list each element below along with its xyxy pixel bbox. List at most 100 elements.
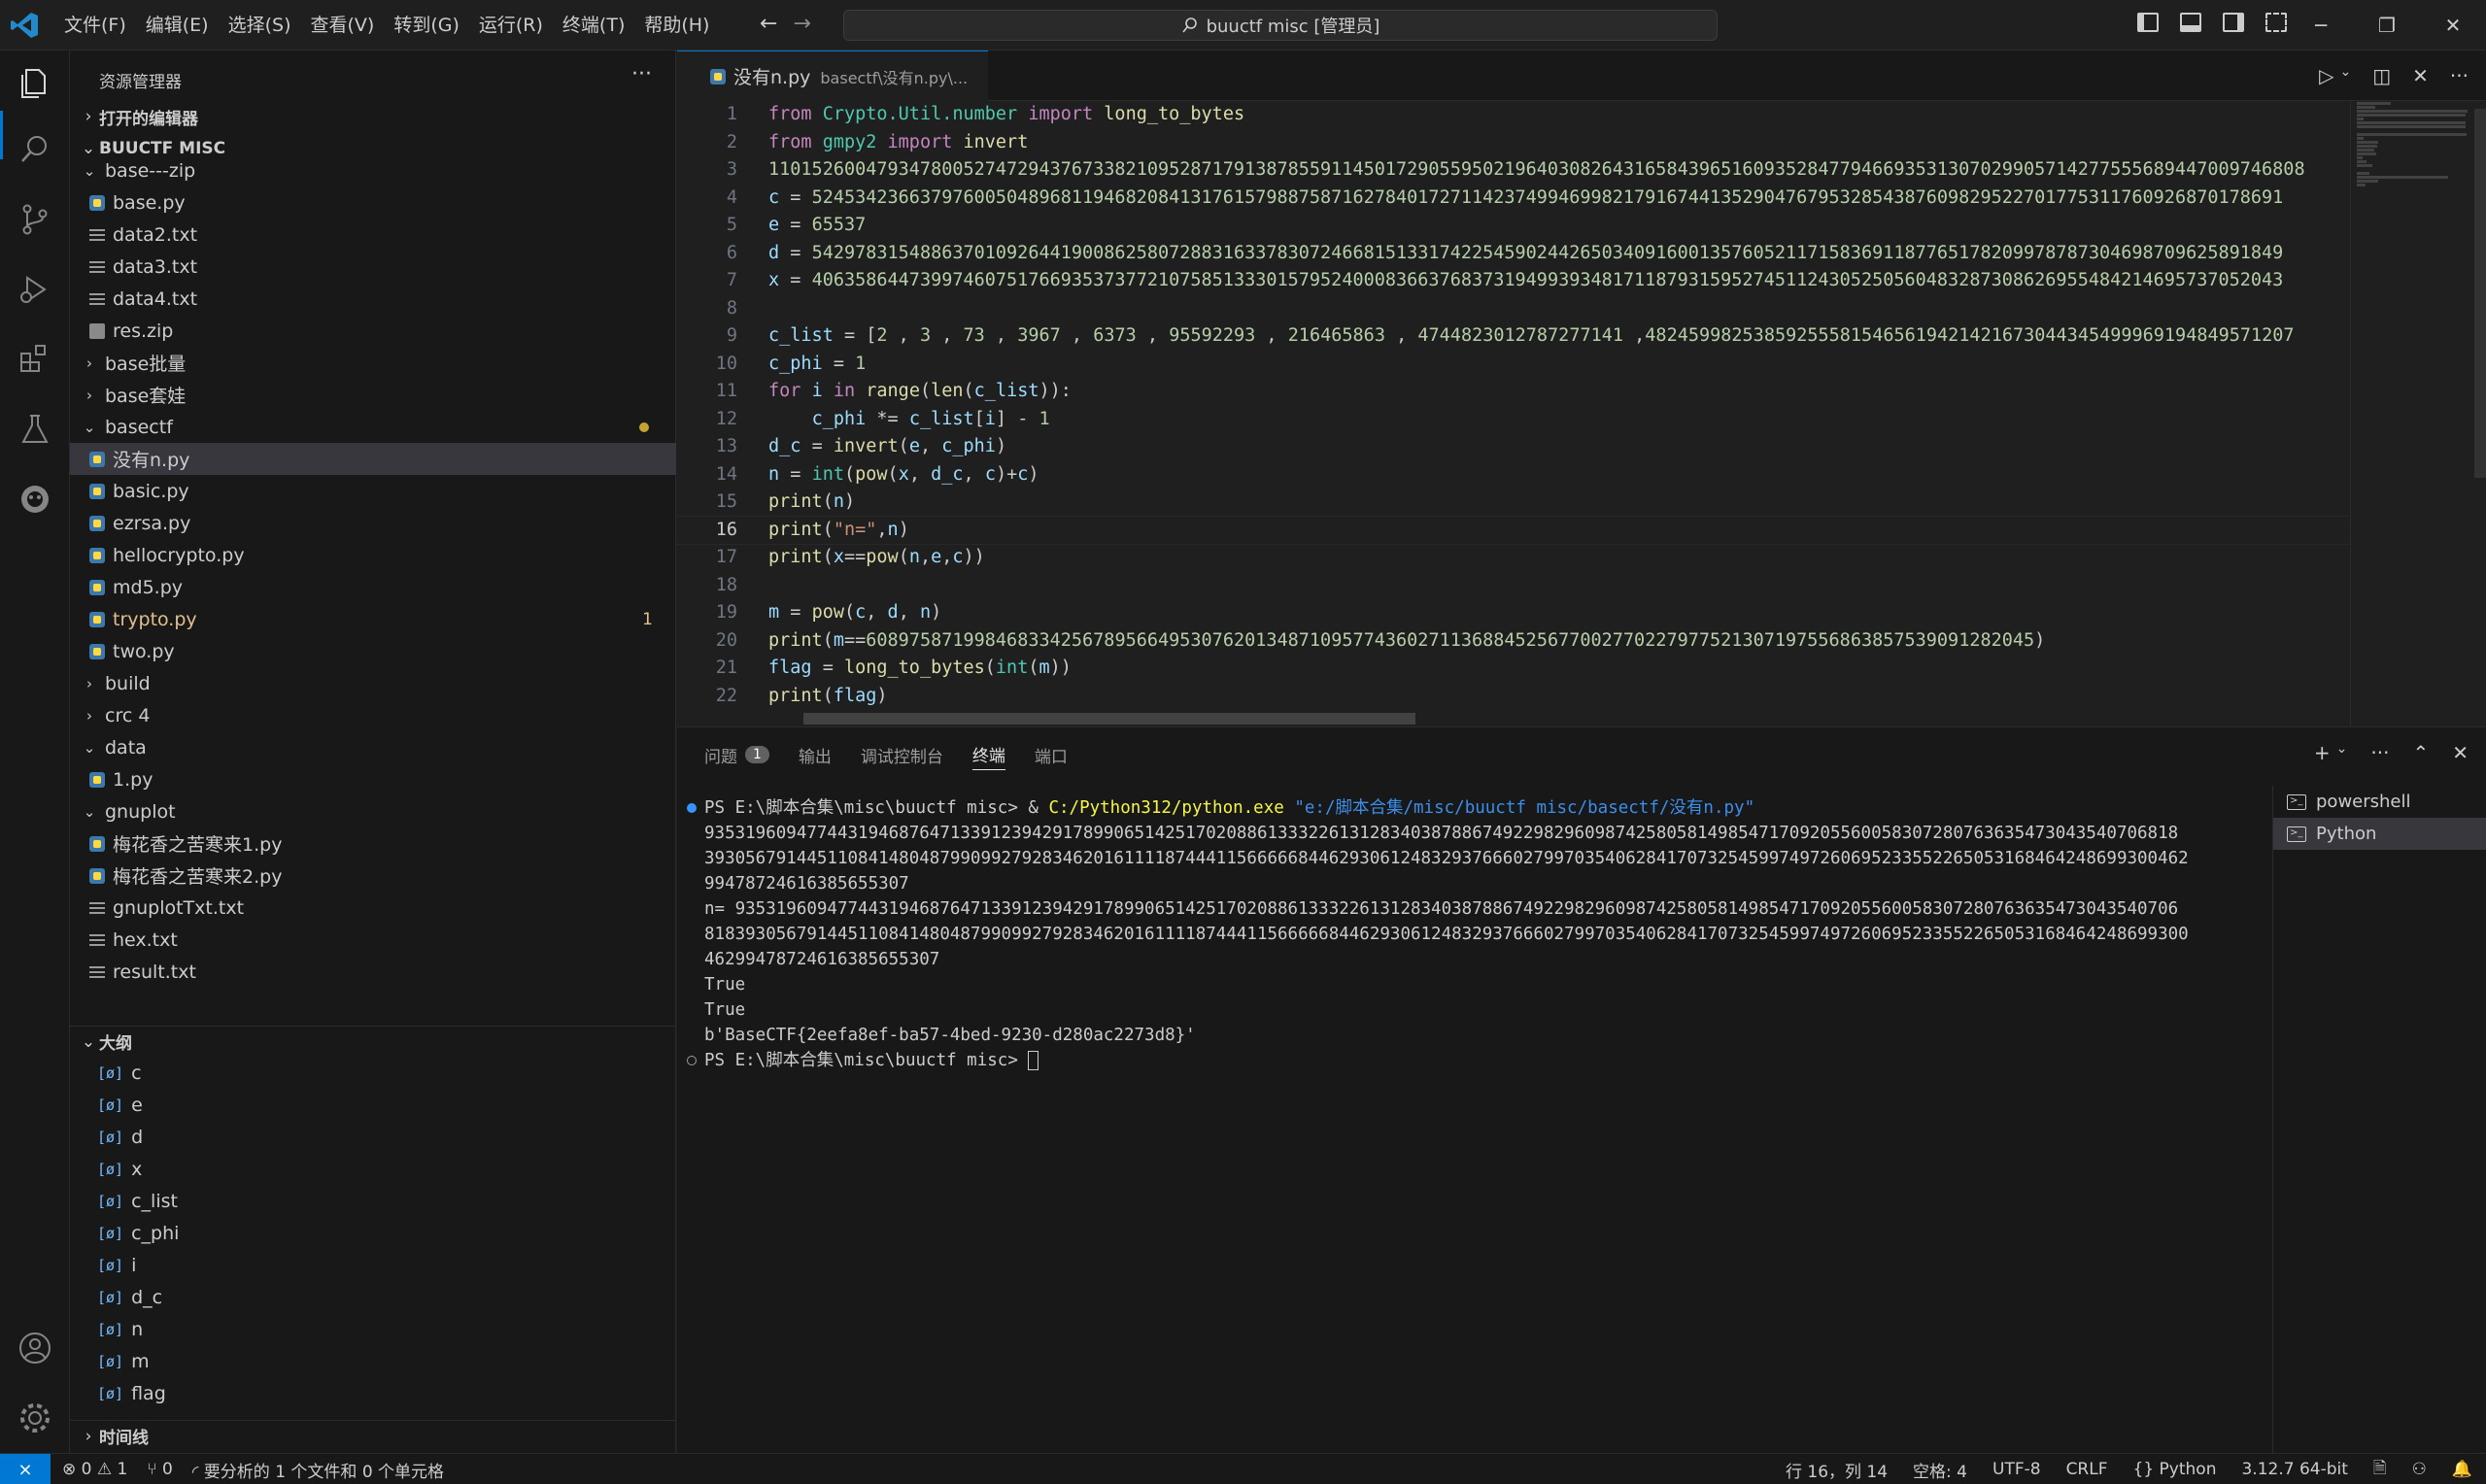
tree-file[interactable]: md5.py [70, 571, 676, 603]
menu-item[interactable]: 终端(T) [553, 0, 634, 51]
tree-folder[interactable]: ⌄ basectf [70, 411, 676, 443]
more-actions-icon[interactable]: ··· [631, 62, 652, 86]
menu-item[interactable]: 选择(S) [219, 0, 301, 51]
file-info-icon[interactable]: 🗎 [2373, 1456, 2387, 1484]
notifications-bell-icon[interactable]: 🔔 [2452, 1460, 2472, 1479]
menu-item[interactable]: 编辑(E) [136, 0, 219, 51]
terminal-instance[interactable]: >_ Python [2273, 818, 2486, 850]
outline-header[interactable]: ⌄ 大纲 [70, 1026, 676, 1057]
editor-tab-active[interactable]: 没有n.py basectf\没有n.py\... [677, 51, 988, 101]
menu-item[interactable]: 文件(F) [54, 0, 136, 51]
panel-tab[interactable]: 问题 1 [704, 739, 769, 770]
tree-file[interactable]: 1.py [70, 763, 676, 795]
testing-flask-icon[interactable] [17, 412, 52, 447]
editor-vertical-scrollbar[interactable] [2474, 109, 2486, 478]
run-file-icon[interactable]: ▷ [2319, 64, 2333, 87]
python-interpreter[interactable]: 3.12.7 64-bit [2241, 1460, 2347, 1479]
outline-item[interactable]: [ø] flag [70, 1377, 676, 1409]
panel-tab[interactable]: 终端 [971, 739, 1005, 770]
tree-file[interactable]: res.zip [70, 315, 676, 347]
outline-item[interactable]: [ø] d_c [70, 1281, 676, 1313]
menu-item[interactable]: 查看(V) [301, 0, 385, 51]
timeline-header[interactable]: › 时间线 [70, 1420, 676, 1451]
tree-file[interactable]: 梅花香之苦寒来1.py [70, 827, 676, 860]
outline-item[interactable]: [ø] d [70, 1121, 676, 1153]
remote-explorer-icon[interactable] [17, 482, 52, 517]
minimap[interactable] [2350, 101, 2474, 726]
problems-status[interactable]: ⊗ 0 ⚠ 1 [62, 1460, 127, 1479]
close-panel-icon[interactable]: ✕ [2452, 741, 2469, 764]
tree-folder[interactable]: ⌄ gnuplot [70, 795, 676, 827]
tree-folder[interactable]: › base套娃 [70, 379, 676, 411]
panel-tab[interactable]: 端口 [1035, 739, 1068, 770]
tree-file[interactable]: base.py [70, 186, 676, 219]
tree-file[interactable]: trypto.py 1 [70, 603, 676, 635]
terminal-dropdown-icon[interactable]: ⌄ [2336, 741, 2348, 764]
cursor-position[interactable]: 行 16，列 14 [1786, 1458, 1888, 1482]
tree-file[interactable]: two.py [70, 635, 676, 667]
restore-icon[interactable]: ❐ [2354, 0, 2420, 51]
panel-more-icon[interactable]: ··· [2370, 741, 2389, 764]
toggle-secondary-sidebar-icon[interactable] [2223, 13, 2244, 32]
forward-arrow-icon[interactable]: → [793, 12, 810, 36]
code-editor[interactable]: 1 from Crypto.Util.number import long_to_… [677, 101, 2350, 726]
tree-file[interactable]: hex.txt [70, 924, 676, 956]
run-dropdown-icon[interactable]: ⌄ [2340, 64, 2352, 87]
outline-item[interactable]: [ø] c_phi [70, 1217, 676, 1249]
language-mode[interactable]: {} Python [2133, 1460, 2217, 1479]
manage-gear-icon[interactable] [17, 1400, 52, 1435]
tree-file[interactable]: data3.txt [70, 251, 676, 283]
tree-file[interactable]: hellocrypto.py [70, 539, 676, 571]
customize-layout-icon[interactable] [2265, 13, 2287, 32]
accounts-icon[interactable] [17, 1331, 52, 1366]
tree-folder[interactable]: › crc 4 [70, 699, 676, 731]
tree-folder[interactable]: › base批量 [70, 347, 676, 379]
menu-item[interactable]: 帮助(H) [634, 0, 719, 51]
run-debug-icon[interactable] [17, 272, 52, 307]
tree-file[interactable]: gnuplotTxt.txt [70, 892, 676, 924]
search-icon[interactable] [17, 132, 52, 167]
panel-tab[interactable]: 输出 [799, 739, 832, 770]
outline-item[interactable]: [ø] n [70, 1313, 676, 1345]
explorer-icon[interactable] [17, 66, 52, 101]
outline-item[interactable]: [ø] m [70, 1345, 676, 1377]
open-editors-header[interactable]: › 打开的编辑器 [70, 101, 676, 132]
encoding[interactable]: UTF-8 [1992, 1460, 2041, 1479]
terminal-output[interactable]: PS E:\脚本合集\misc\buuctf misc> & C:/Python… [677, 795, 2249, 1378]
tree-file[interactable]: basic.py [70, 475, 676, 507]
outline-item[interactable]: [ø] i [70, 1249, 676, 1281]
copilot-icon[interactable]: ⚇ [2412, 1460, 2427, 1479]
tree-file[interactable]: data4.txt [70, 283, 676, 315]
terminal-instance[interactable]: >_ powershell [2273, 786, 2486, 818]
editor-horizontal-scrollbar[interactable] [803, 713, 1415, 725]
indentation[interactable]: 空格: 4 [1913, 1458, 1967, 1482]
toggle-primary-sidebar-icon[interactable] [2137, 13, 2159, 32]
close-window-icon[interactable]: ✕ [2420, 0, 2486, 51]
tree-file[interactable]: data2.txt [70, 219, 676, 251]
tree-folder[interactable]: › build [70, 667, 676, 699]
tree-file[interactable]: 梅花香之苦寒来2.py [70, 860, 676, 892]
outline-item[interactable]: [ø] x [70, 1153, 676, 1185]
tree-folder[interactable]: ⌄ base---zip [70, 154, 676, 186]
source-control-icon[interactable] [17, 202, 52, 237]
outline-item[interactable]: [ø] e [70, 1089, 676, 1121]
panel-tab[interactable]: 调试控制台 [861, 739, 943, 770]
tree-file[interactable]: ezrsa.py [70, 507, 676, 539]
close-editor-icon[interactable]: ✕ [2412, 64, 2429, 87]
menu-item[interactable]: 转到(G) [384, 0, 469, 51]
ports-status[interactable]: ⑂ 0 [147, 1460, 172, 1479]
back-arrow-icon[interactable]: ← [760, 12, 777, 36]
outline-item[interactable]: [ø] c_list [70, 1185, 676, 1217]
menu-item[interactable]: 运行(R) [469, 0, 553, 51]
maximize-panel-icon[interactable]: ⌃ [2412, 741, 2429, 764]
split-editor-icon[interactable]: ◫ [2372, 64, 2391, 87]
new-terminal-icon[interactable]: + [2314, 741, 2331, 764]
analysis-status[interactable]: ◜ 要分析的 1 个文件和 0 个单元格 [192, 1458, 444, 1482]
tree-file[interactable]: result.txt [70, 956, 676, 988]
command-center-search[interactable]: buuctf misc [管理员] [843, 10, 1718, 41]
remote-indicator-icon[interactable]: ⨯ [0, 1454, 51, 1484]
extensions-icon[interactable] [17, 342, 52, 377]
editor-more-icon[interactable]: ··· [2450, 64, 2469, 87]
toggle-panel-icon[interactable] [2180, 13, 2201, 32]
tree-folder[interactable]: ⌄ data [70, 731, 676, 763]
